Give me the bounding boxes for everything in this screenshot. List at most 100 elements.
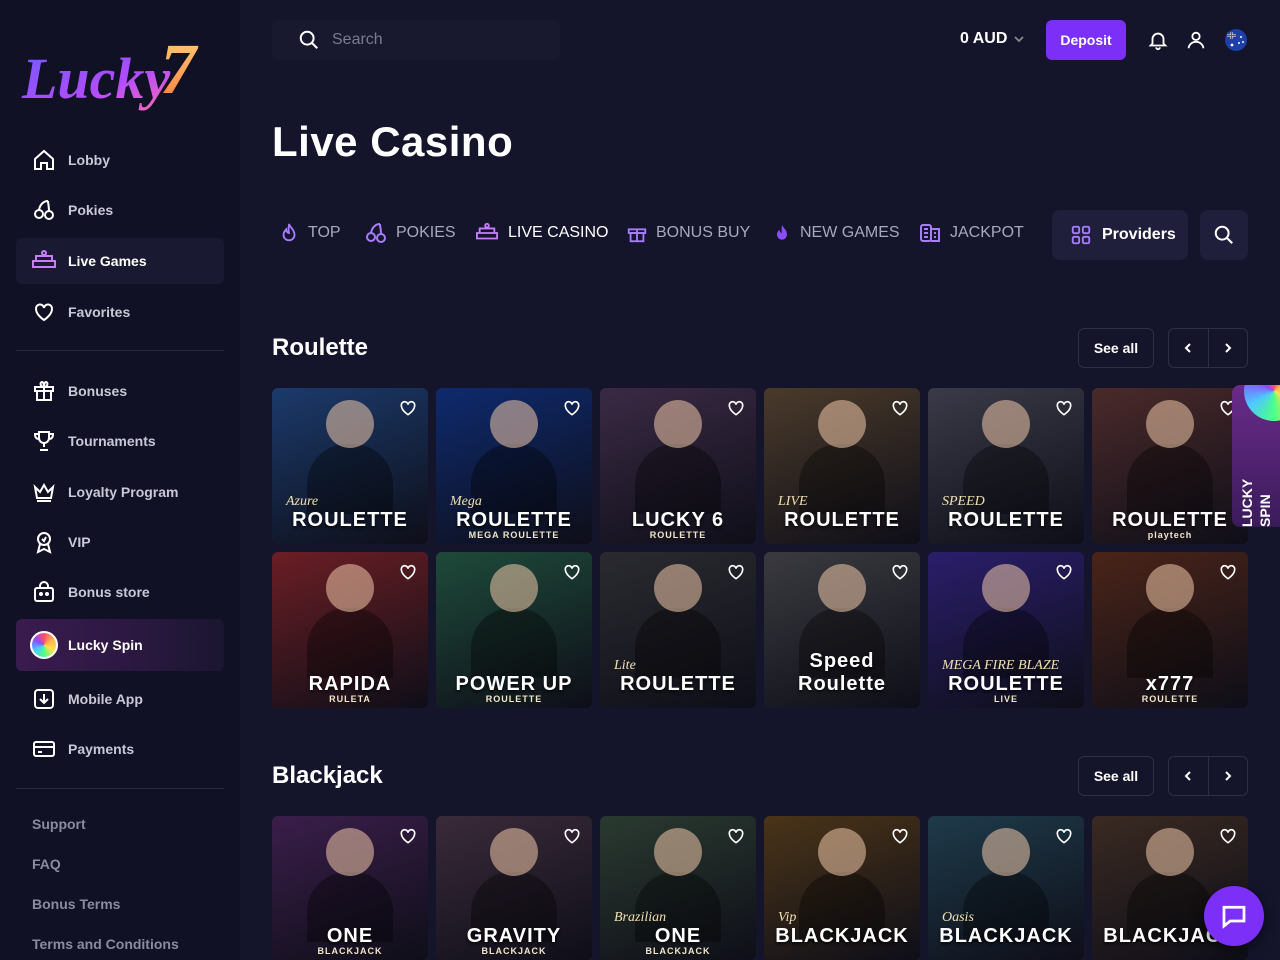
dealer-head [1146, 400, 1194, 448]
providers-button[interactable]: Providers [1052, 210, 1188, 260]
favorite-heart-icon[interactable] [1052, 396, 1076, 420]
dealer-head [818, 828, 866, 876]
brand-logo[interactable]: Lucky 7 [20, 18, 220, 118]
page-title: Live Casino [272, 118, 514, 165]
sidebar-item-label: Loyalty Program [68, 484, 179, 500]
user-icon[interactable] [1184, 28, 1208, 52]
sidebar-item-bonuses[interactable]: Bonuses [16, 368, 224, 414]
game-tile[interactable]: Mega ROULETTE MEGA ROULETTE [436, 388, 592, 544]
dealer-head [818, 400, 866, 448]
favorite-heart-icon[interactable] [1216, 560, 1240, 584]
tab-live-casino[interactable]: LIVE CASINO [474, 220, 608, 246]
svg-text:Lucky: Lucky [21, 46, 170, 111]
game-tile[interactable]: POWER UP ROULETTE [436, 552, 592, 708]
chevron-right-icon[interactable] [1207, 329, 1247, 367]
favorite-heart-icon[interactable] [888, 396, 912, 420]
favorite-heart-icon[interactable] [1216, 824, 1240, 848]
favorite-heart-icon[interactable] [1052, 560, 1076, 584]
game-title: RAPIDA [308, 673, 392, 695]
favorite-heart-icon[interactable] [396, 560, 420, 584]
game-accent: Oasis [942, 910, 974, 925]
game-tile[interactable]: x777 ROULETTE [1092, 552, 1248, 708]
chevron-right-icon[interactable] [1207, 757, 1247, 795]
favorite-heart-icon[interactable] [724, 560, 748, 584]
sidebar-item-mobile-app[interactable]: Mobile App [16, 676, 224, 722]
tab-top[interactable]: TOP [278, 220, 341, 246]
dealer-figure [635, 444, 721, 514]
see-all-button[interactable]: See all [1078, 756, 1154, 796]
sidebar-item-payments[interactable]: Payments [16, 726, 224, 772]
tab-label: LIVE CASINO [508, 224, 609, 241]
game-title: ROULETTE [1112, 509, 1228, 531]
sidebar-item-bonus-store[interactable]: Bonus store [16, 569, 224, 615]
game-tile[interactable]: ROULETTE playtech [1092, 388, 1248, 544]
game-tile[interactable]: LIVE ROULETTE [764, 388, 920, 544]
footer-link-terms[interactable]: Terms and Conditions [32, 936, 179, 952]
sidebar-item-lucky-spin[interactable]: Lucky Spin [16, 619, 224, 671]
sidebar-item-live-games[interactable]: Live Games [16, 238, 224, 284]
favorite-heart-icon[interactable] [888, 560, 912, 584]
game-accent: SPEED [942, 494, 985, 509]
sidebar-item-vip[interactable]: VIP [16, 519, 224, 565]
tab-bonus-buy[interactable]: BONUS BUY [626, 220, 750, 246]
search-icon[interactable] [1200, 210, 1248, 260]
chevron-left-icon[interactable] [1169, 757, 1208, 795]
game-tile[interactable]: Oasis BLACKJACK [928, 816, 1084, 960]
sidebar-item-favorites[interactable]: Favorites [16, 289, 224, 335]
tab-new-games[interactable]: NEW GAMES [772, 220, 900, 246]
favorite-heart-icon[interactable] [560, 396, 584, 420]
download-icon [30, 685, 58, 713]
sidebar-item-tournaments[interactable]: Tournaments [16, 418, 224, 464]
favorite-heart-icon[interactable] [396, 396, 420, 420]
gift-icon [626, 222, 648, 244]
bell-icon[interactable] [1146, 28, 1170, 52]
game-tile[interactable]: Lite ROULETTE [600, 552, 756, 708]
tab-label: TOP [308, 224, 341, 241]
app-root: Lucky 7 Lobby Pokies Live Games Favorite… [0, 0, 1280, 960]
dealer-head [654, 828, 702, 876]
footer-link-bonus-terms[interactable]: Bonus Terms [32, 896, 120, 912]
favorite-heart-icon[interactable] [396, 824, 420, 848]
game-tile[interactable]: RAPIDA RULETA [272, 552, 428, 708]
home-icon [30, 146, 58, 174]
sidebar-item-lobby[interactable]: Lobby [16, 137, 224, 183]
dealer-figure [1127, 444, 1213, 514]
gift-icon [30, 377, 58, 405]
sidebar-item-pokies[interactable]: Pokies [16, 187, 224, 233]
see-all-button[interactable]: See all [1078, 328, 1154, 368]
search-input[interactable]: Search [272, 20, 560, 60]
footer-link-faq[interactable]: FAQ [32, 856, 61, 872]
game-tile[interactable]: ONE BLACKJACK [272, 816, 428, 960]
game-tile[interactable]: GRAVITY BLACKJACK [436, 816, 592, 960]
sidebar-item-loyalty[interactable]: Loyalty Program [16, 469, 224, 515]
balance-dropdown[interactable]: 0 AUD [960, 30, 1025, 48]
store-bag-icon [30, 578, 58, 606]
crown-icon [30, 478, 58, 506]
game-tile[interactable]: SPEED ROULETTE [928, 388, 1084, 544]
chevron-left-icon[interactable] [1169, 329, 1208, 367]
lucky-spin-widget[interactable]: LUCKY SPIN [1232, 385, 1280, 527]
chat-button[interactable] [1204, 886, 1264, 946]
tab-pokies[interactable]: POKIES [364, 220, 456, 246]
game-tile[interactable]: Brazilian ONE BLACKJACK [600, 816, 756, 960]
footer-link-support[interactable]: Support [32, 816, 86, 832]
dealer-head [654, 564, 702, 612]
favorite-heart-icon[interactable] [560, 560, 584, 584]
game-tile[interactable]: Speed Roulette [764, 552, 920, 708]
favorite-heart-icon[interactable] [724, 824, 748, 848]
favorite-heart-icon[interactable] [888, 824, 912, 848]
deposit-button[interactable]: Deposit [1046, 20, 1126, 60]
grid-icon [1070, 224, 1092, 246]
tab-jackpot[interactable]: JACKPOT [918, 220, 1024, 246]
sidebar-item-label: Tournaments [68, 433, 156, 449]
game-tile[interactable]: MEGA FIRE BLAZE ROULETTE LIVE [928, 552, 1084, 708]
game-tile[interactable]: Vip BLACKJACK [764, 816, 920, 960]
flame-icon [772, 222, 792, 244]
favorite-heart-icon[interactable] [724, 396, 748, 420]
game-tile[interactable]: Azure ROULETTE [272, 388, 428, 544]
game-subtitle: ROULETTE [485, 694, 543, 704]
game-tile[interactable]: LUCKY 6 ROULETTE [600, 388, 756, 544]
favorite-heart-icon[interactable] [560, 824, 584, 848]
favorite-heart-icon[interactable] [1052, 824, 1076, 848]
flag-au-icon[interactable] [1224, 28, 1248, 52]
